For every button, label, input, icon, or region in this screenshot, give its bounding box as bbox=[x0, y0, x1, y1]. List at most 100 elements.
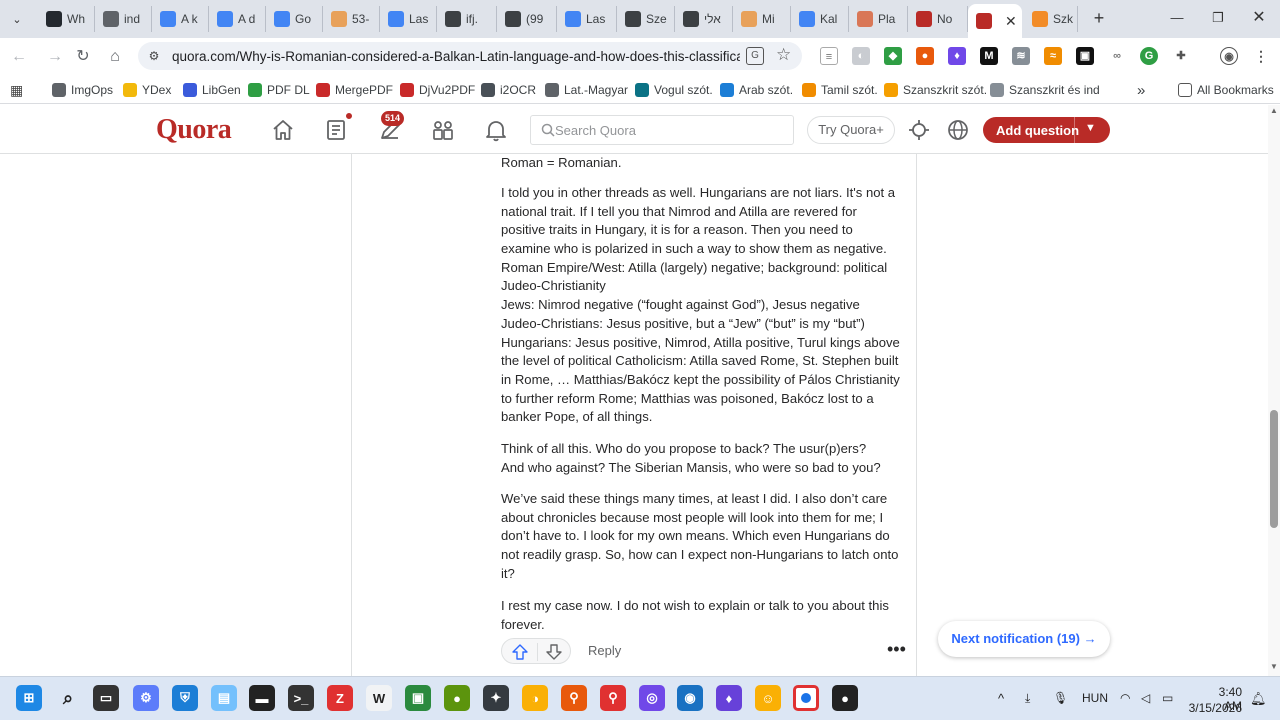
clock-date[interactable]: 3/15/2026 bbox=[1188, 701, 1242, 715]
downvote-arrow-icon[interactable] bbox=[545, 643, 563, 661]
browser-tab[interactable]: Szk bbox=[1024, 6, 1078, 32]
browser-tab[interactable]: Sze bbox=[617, 6, 675, 32]
next-notification-button[interactable]: Next notification (19) → bbox=[938, 621, 1110, 657]
home-icon[interactable] bbox=[270, 117, 296, 143]
try-quora-plus-button[interactable]: Try Quora+ bbox=[807, 116, 895, 144]
tray-overflow-chevron[interactable]: ^ bbox=[998, 691, 1004, 706]
translate-icon[interactable]: G bbox=[746, 47, 764, 65]
apps-grid-icon[interactable]: ▦ bbox=[10, 81, 23, 99]
close-tab-icon[interactable]: ✕ bbox=[1005, 13, 1017, 30]
browser-tab[interactable]: Mi bbox=[733, 6, 791, 32]
bookmark-item[interactable]: YDex bbox=[123, 81, 171, 99]
settings-gear-icon[interactable]: ⚙ bbox=[133, 685, 159, 711]
close-window-button[interactable]: ✕ bbox=[1250, 9, 1268, 27]
url-text[interactable]: quora.com/Why-is-Romanian-considered-a-B… bbox=[172, 49, 740, 64]
chevron-down-icon[interactable]: ▼ bbox=[1085, 122, 1096, 134]
tab-search-button[interactable]: ⌄ bbox=[6, 8, 28, 30]
add-question-button[interactable]: Add question ▼ bbox=[983, 117, 1110, 143]
browser-tab[interactable]: Go bbox=[266, 6, 323, 32]
green-extension-icon[interactable]: ◆ bbox=[884, 47, 902, 65]
link-extension-icon[interactable]: ∞ bbox=[1108, 47, 1126, 65]
search-app-icon[interactable]: ⚲ bbox=[561, 685, 587, 711]
browser-tab[interactable]: No bbox=[908, 6, 968, 32]
bookmark-star-icon[interactable]: ☆ bbox=[776, 45, 791, 65]
browser-tab[interactable]: Kal bbox=[791, 6, 849, 32]
photos-icon[interactable]: ▤ bbox=[211, 685, 237, 711]
z-app-icon[interactable]: Z bbox=[327, 685, 353, 711]
wifi-icon[interactable]: ◠ bbox=[1120, 691, 1130, 705]
minimize-button[interactable]: — bbox=[1168, 9, 1186, 27]
security-shield-icon[interactable]: ⛨ bbox=[172, 685, 198, 711]
upvote-arrow-icon[interactable] bbox=[511, 643, 529, 661]
spaces-icon[interactable] bbox=[430, 117, 456, 143]
more-options-button[interactable]: ••• bbox=[887, 639, 906, 660]
browser-tab[interactable]: ind bbox=[95, 6, 152, 32]
lime-app-icon[interactable]: ● bbox=[444, 685, 470, 711]
language-indicator[interactable]: HUN bbox=[1082, 691, 1108, 705]
address-bar[interactable]: ⚙ quora.com/Why-is-Romanian-considered-a… bbox=[138, 42, 802, 70]
purple-app-icon[interactable]: ◎ bbox=[639, 685, 665, 711]
browser-tab[interactable]: A d bbox=[209, 6, 266, 32]
puzzle-extension-icon[interactable]: ◐ bbox=[852, 47, 870, 65]
new-tab-button[interactable]: + bbox=[1089, 8, 1109, 28]
w-app-icon[interactable]: W bbox=[366, 685, 392, 711]
bookmark-item[interactable]: Tamil szót. bbox=[802, 81, 878, 99]
scroll-up-arrow[interactable]: ▲ bbox=[1268, 106, 1280, 118]
browser-tab[interactable]: 53- bbox=[323, 6, 380, 32]
orange-extension-icon[interactable]: ● bbox=[916, 47, 934, 65]
notification-bell-icon[interactable]: 🔔︎ bbox=[1250, 691, 1267, 707]
bookmark-item[interactable]: DjVu2PDF bbox=[400, 81, 475, 99]
search-taskbar-icon[interactable]: ⌕ bbox=[55, 685, 81, 711]
search-box[interactable] bbox=[530, 115, 794, 145]
windows-start-icon[interactable]: ⊞ bbox=[16, 685, 42, 711]
back-button[interactable]: ← bbox=[8, 46, 30, 68]
browser-menu-icon[interactable]: ⋮ bbox=[1252, 47, 1270, 65]
page-scrollbar-thumb[interactable] bbox=[1270, 410, 1278, 528]
crystal-app-icon[interactable]: ♦ bbox=[716, 685, 742, 711]
browser-tab[interactable]: ✕ bbox=[968, 4, 1022, 38]
rss-box-extension-icon[interactable]: ≋ bbox=[1012, 47, 1030, 65]
browser-tab[interactable]: Las bbox=[557, 6, 617, 32]
browser-tab[interactable]: Wh bbox=[38, 6, 95, 32]
terminal-icon[interactable]: ▬ bbox=[249, 685, 275, 711]
page-scrollbar-track[interactable] bbox=[1268, 105, 1280, 676]
all-bookmarks-folder[interactable]: All Bookmarks bbox=[1178, 81, 1274, 99]
m-extension-icon[interactable]: M bbox=[980, 47, 998, 65]
bookmark-item[interactable]: Arab szót. bbox=[720, 81, 793, 99]
volume-icon[interactable]: ◁ bbox=[1141, 691, 1150, 705]
extensions-puzzle-icon[interactable]: ✚ bbox=[1172, 47, 1190, 65]
restore-button[interactable]: ❐ bbox=[1209, 9, 1227, 27]
blue-app-icon[interactable]: ◉ bbox=[677, 685, 703, 711]
bookmark-item[interactable]: i2OCR bbox=[481, 81, 536, 99]
following-icon[interactable] bbox=[323, 117, 349, 143]
task-view-icon[interactable]: ▭ bbox=[93, 685, 119, 711]
puzzle-app-icon[interactable]: ✦ bbox=[483, 685, 509, 711]
bookmark-item[interactable]: Vogul szót. bbox=[635, 81, 713, 99]
bookmarks-overflow-button[interactable]: » bbox=[1137, 81, 1145, 99]
bookmark-item[interactable]: Szanszkrit és ind bbox=[990, 81, 1100, 99]
download-tray-icon[interactable]: ⤓ bbox=[1025, 691, 1030, 706]
scroll-down-arrow[interactable]: ▼ bbox=[1268, 662, 1280, 674]
profile-icon[interactable]: ◉ bbox=[1220, 47, 1238, 65]
reload-button[interactable]: ↻ bbox=[72, 46, 94, 68]
ask-spaces-icon[interactable] bbox=[906, 117, 932, 143]
reply-button[interactable]: Reply bbox=[588, 643, 621, 658]
bookmark-item[interactable]: Lat.-Magyar bbox=[545, 81, 628, 99]
red-search-app-icon[interactable]: ⚲ bbox=[600, 685, 626, 711]
browser-tab[interactable]: (99 bbox=[497, 6, 557, 32]
yellow-app-icon[interactable]: ◑ bbox=[522, 685, 548, 711]
chrome-icon[interactable] bbox=[793, 685, 819, 711]
home-button[interactable]: ⌂ bbox=[104, 46, 126, 68]
purple-extension-icon[interactable]: ♦ bbox=[948, 47, 966, 65]
browser-tab[interactable]: Pla bbox=[849, 6, 908, 32]
quora-logo[interactable]: Quora bbox=[156, 114, 232, 146]
forward-button[interactable]: → bbox=[44, 46, 66, 68]
microphone-icon[interactable]: 🎙︎ bbox=[1053, 691, 1068, 705]
square-extension-icon[interactable]: ▣ bbox=[1076, 47, 1094, 65]
green-app-icon[interactable]: ▣ bbox=[405, 685, 431, 711]
bookmark-item[interactable]: ImgOps bbox=[52, 81, 113, 99]
battery-icon[interactable]: ▭ bbox=[1162, 691, 1173, 705]
browser-tab[interactable]: A k bbox=[152, 6, 209, 32]
reader-extension-icon[interactable]: ≡ bbox=[820, 47, 838, 65]
character-app-icon[interactable]: ☺ bbox=[755, 685, 781, 711]
